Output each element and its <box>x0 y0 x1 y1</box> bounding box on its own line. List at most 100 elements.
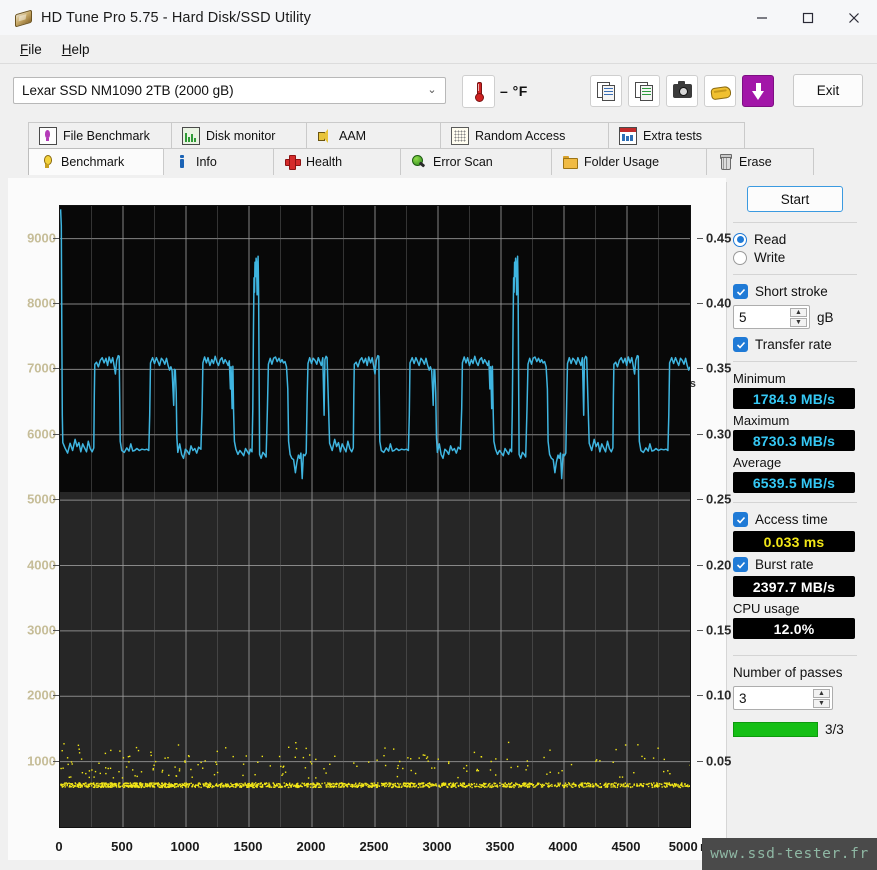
divider <box>733 222 857 223</box>
y-tick-label: 4000 <box>27 557 56 573</box>
tab-extra-tests[interactable]: Extra tests <box>608 122 745 149</box>
x-tick-label: 2000 <box>296 839 326 854</box>
temperature-value: – °F <box>500 83 528 99</box>
access-time-value: 0.033 ms <box>733 531 855 552</box>
checkbox-burst-rate[interactable]: Burst rate <box>733 557 857 572</box>
y2-tick <box>697 695 703 697</box>
tab-label: Erase <box>739 155 772 169</box>
menu-help[interactable]: Help <box>52 39 100 60</box>
tab-label: Disk monitor <box>206 129 276 143</box>
file-benchmark-icon <box>39 127 57 145</box>
window-controls <box>739 0 877 35</box>
checkbox-short-stroke[interactable]: Short stroke <box>733 284 857 299</box>
y2-tick <box>697 629 703 631</box>
random-access-icon <box>451 127 469 145</box>
radio-write-icon <box>733 250 747 265</box>
tab-aam[interactable]: AAM <box>306 122 441 149</box>
copy-icon <box>597 82 615 101</box>
y-tick-label: 6000 <box>27 426 56 442</box>
y2-tick-label: 0.05 <box>706 753 732 769</box>
download-button[interactable] <box>742 75 774 107</box>
stepper-down[interactable]: ▼ <box>813 699 830 708</box>
average-value: 6539.5 MB/s <box>733 472 855 493</box>
radio-read-icon <box>733 232 747 247</box>
progress-row: 3/3 <box>733 722 857 737</box>
passes-row: 3 ▲ ▼ <box>733 686 857 710</box>
passes-stepper[interactable]: 3 ▲ ▼ <box>733 686 833 710</box>
thermometer-icon <box>475 82 484 102</box>
check-icon <box>733 337 748 352</box>
y2-tick <box>697 303 703 305</box>
tab-disk-monitor[interactable]: Disk monitor <box>171 122 307 149</box>
aam-speaker-icon <box>317 128 333 144</box>
extra-tests-icon <box>619 127 637 145</box>
short-stroke-value: 5 <box>739 309 747 325</box>
y-axis-left: 1000 2000 3000 4000 5000 6000 7000 8000 9000 <box>8 178 59 860</box>
short-stroke-unit: gB <box>817 309 834 325</box>
copy-green-button[interactable] <box>628 75 660 107</box>
stepper-arrows[interactable]: ▲ ▼ <box>813 689 830 708</box>
tab-benchmark[interactable]: Benchmark <box>28 148 164 175</box>
copy-button[interactable] <box>590 75 622 107</box>
minimum-value: 1784.9 MB/s <box>733 388 855 409</box>
tab-row-bottom: Benchmark Info Health Error Scan Folder … <box>0 148 877 175</box>
tab-label: Health <box>306 155 343 169</box>
radio-read[interactable]: Read <box>733 232 857 247</box>
checkbox-transfer-rate[interactable]: Transfer rate <box>733 337 857 352</box>
tab-row-top: File Benchmark Disk monitor AAM Random A… <box>0 122 877 149</box>
check-icon <box>733 512 748 527</box>
minimum-label: Minimum <box>733 371 786 386</box>
minimize-button[interactable] <box>739 0 785 35</box>
maximize-button[interactable] <box>785 0 831 35</box>
y2-tick <box>697 433 703 435</box>
close-button[interactable] <box>831 0 877 35</box>
stepper-up[interactable]: ▲ <box>790 308 807 317</box>
hdtune-window: HD Tune Pro 5.75 - Hard Disk/SSD Utility… <box>0 0 877 870</box>
progress-text: 3/3 <box>825 722 844 737</box>
cpu-usage-label: CPU usage <box>733 601 800 616</box>
exit-button[interactable]: Exit <box>793 74 863 107</box>
hdtune-logo-icon <box>14 9 32 27</box>
tab-erase[interactable]: Erase <box>706 148 814 175</box>
screenshot-button[interactable] <box>666 75 698 107</box>
stepper-arrows[interactable]: ▲ ▼ <box>790 308 807 327</box>
cpu-usage-value: 12.0% <box>733 618 855 639</box>
tab-file-benchmark[interactable]: File Benchmark <box>28 122 172 149</box>
tab-random-access[interactable]: Random Access <box>440 122 609 149</box>
hand-button[interactable] <box>704 75 736 107</box>
short-stroke-stepper[interactable]: 5 ▲ ▼ <box>733 305 810 329</box>
menu-file[interactable]: File <box>10 39 52 60</box>
y-tick-label: 3000 <box>27 622 56 638</box>
health-cross-icon <box>284 154 301 170</box>
y-tick-label: 7000 <box>27 360 56 376</box>
checkbox-access-time[interactable]: Access time <box>733 512 857 527</box>
tab-error-scan[interactable]: Error Scan <box>400 148 552 175</box>
access-time-label: Access time <box>755 512 828 527</box>
radio-read-label: Read <box>754 232 787 247</box>
results-panel: Start Read Write Short stroke 5 ▲ ▼ gB T… <box>733 186 857 737</box>
drive-select-value: Lexar SSD NM1090 2TB (2000 gB) <box>22 83 234 98</box>
y2-tick <box>697 499 703 501</box>
y2-tick <box>697 564 703 566</box>
temperature-button[interactable] <box>462 75 495 108</box>
tab-folder-usage[interactable]: Folder Usage <box>551 148 707 175</box>
stepper-up[interactable]: ▲ <box>813 689 830 698</box>
divider <box>733 361 857 362</box>
x-tick-label: 1500 <box>233 839 263 854</box>
check-icon <box>733 284 748 299</box>
tab-label: Random Access <box>475 129 566 143</box>
progress-bar <box>733 722 818 737</box>
tab-label: Benchmark <box>61 155 125 169</box>
radio-write[interactable]: Write <box>733 250 857 265</box>
y2-tick <box>697 368 703 370</box>
tab-info[interactable]: Info <box>163 148 274 175</box>
stepper-down[interactable]: ▼ <box>790 318 807 327</box>
drive-select[interactable]: Lexar SSD NM1090 2TB (2000 gB) ⌄ <box>13 77 446 104</box>
y-tick-label: 2000 <box>27 687 56 703</box>
tab-health[interactable]: Health <box>273 148 401 175</box>
passes-label: Number of passes <box>733 665 843 680</box>
y-tick-label: 1000 <box>27 753 56 769</box>
start-button[interactable]: Start <box>747 186 843 212</box>
divider <box>733 274 857 275</box>
tab-bar: File Benchmark Disk monitor AAM Random A… <box>0 122 877 175</box>
